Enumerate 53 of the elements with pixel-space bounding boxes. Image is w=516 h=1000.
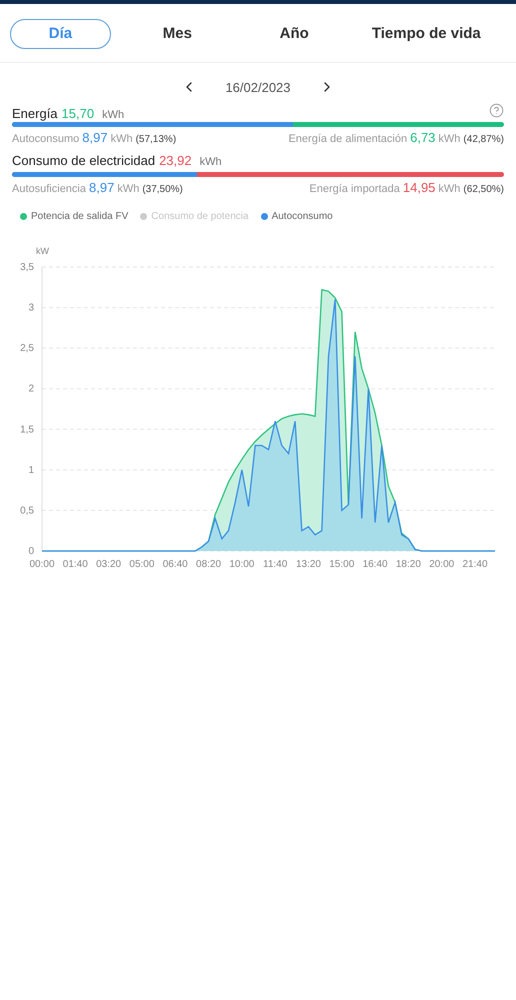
axis-label: 10:00 <box>229 559 254 570</box>
axis-label: 00:00 <box>29 559 55 570</box>
axis-label: 06:40 <box>162 559 188 570</box>
axis-label: 16:40 <box>362 559 388 570</box>
axis-label: 05:00 <box>129 559 154 570</box>
summary-value: 23,92 <box>159 153 192 168</box>
legend-label[interactable]: Potencia de salida FV <box>31 211 128 222</box>
date-label: 16/02/2023 <box>225 80 291 94</box>
axis-label: 13:20 <box>296 559 321 570</box>
axis-label: 1 <box>28 464 34 476</box>
axis-label: 08:20 <box>196 559 222 570</box>
axis-label: 0,5 <box>20 505 34 516</box>
breakdown-value: 6,73 <box>410 130 436 145</box>
percent-label: (42,87%) <box>463 134 504 145</box>
percent-label: (62,50%) <box>463 184 504 195</box>
help-icon[interactable] <box>489 103 504 118</box>
unit-label: kWh <box>200 156 222 168</box>
period-tab[interactable]: Mes <box>126 18 228 48</box>
unit-label: kWh <box>438 183 460 195</box>
axis-unit: kW <box>36 246 49 256</box>
unit-label: kWh <box>117 183 140 195</box>
breakdown-value: 8,97 <box>82 130 108 145</box>
axis-label: 18:20 <box>396 559 421 570</box>
axis-label: 15:00 <box>329 559 354 570</box>
period-tab[interactable]: Tiempo de vida <box>360 18 492 48</box>
axis-label: 01:40 <box>62 559 88 570</box>
summary-title: Consumo de electricidad <box>12 153 156 168</box>
breakdown-label: Autoconsumo <box>12 133 80 145</box>
axis-label: 2 <box>28 384 34 395</box>
breakdown-label: Energía de alimentación <box>288 133 408 145</box>
summary-value: 15,70 <box>62 106 94 121</box>
percent-label: (57,13%) <box>136 134 176 145</box>
summary-title: Energía <box>12 106 58 121</box>
period-tab[interactable]: Día <box>10 18 111 48</box>
legend-label[interactable]: Autoconsumo <box>272 211 333 222</box>
period-tab[interactable]: Año <box>244 18 345 48</box>
axis-label: 2,5 <box>20 343 34 354</box>
axis-label: 20:00 <box>429 559 454 570</box>
breakdown-value: 14,95 <box>402 180 436 195</box>
axis-label: 11:40 <box>263 559 288 570</box>
axis-label: 21:40 <box>462 559 488 570</box>
percent-label: (37,50%) <box>142 184 183 195</box>
unit-label: kWh <box>438 133 460 145</box>
unit-label: kWh <box>110 133 133 145</box>
axis-label: 0 <box>28 546 34 557</box>
breakdown-value: 8,97 <box>89 180 114 195</box>
unit-label: kWh <box>102 109 124 121</box>
axis-label: 3 <box>28 302 34 314</box>
breakdown-label: Energía importada <box>309 183 400 195</box>
breakdown-label: Autosuficiencia <box>12 183 86 195</box>
axis-label: 03:20 <box>96 559 122 570</box>
axis-label: 3,5 <box>20 262 34 273</box>
axis-label: 1,5 <box>20 424 34 436</box>
